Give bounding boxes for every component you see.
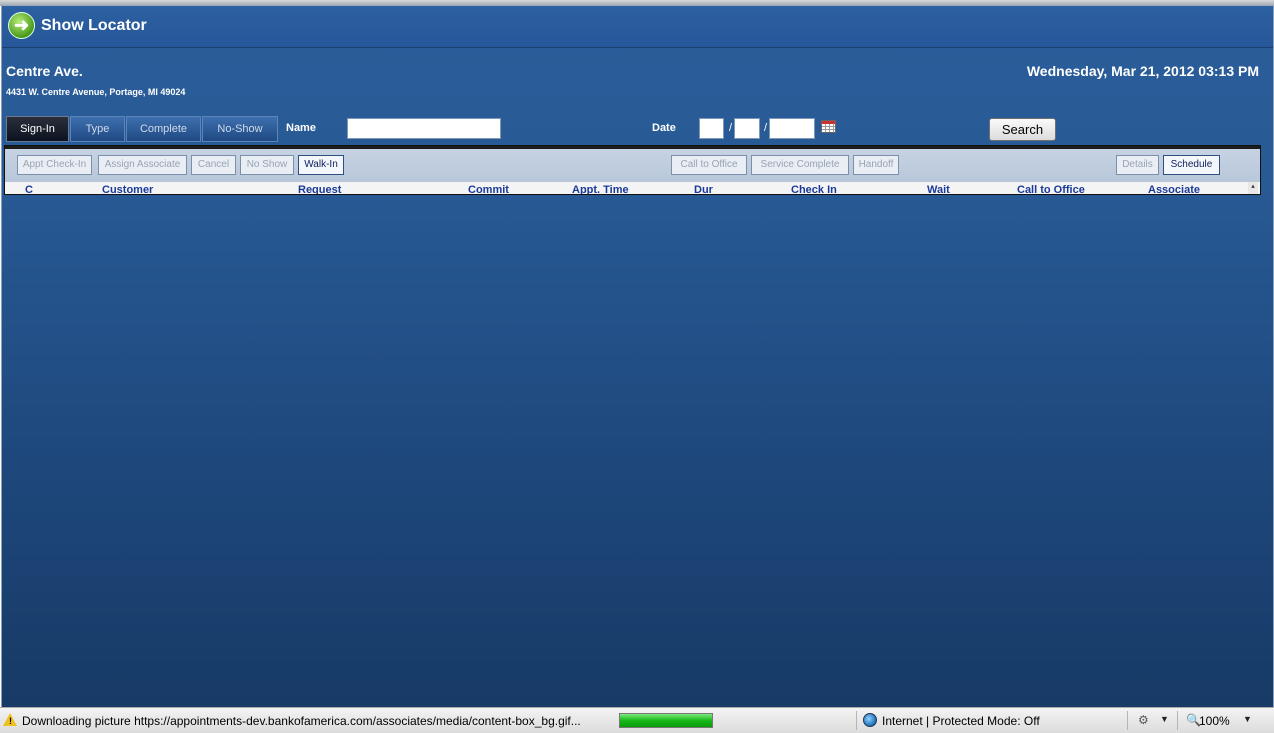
current-datetime: Wednesday, Mar 21, 2012 03:13 PM xyxy=(1026,63,1259,79)
column-header[interactable]: Associate xyxy=(1148,184,1200,194)
column-header[interactable]: Call to Office xyxy=(1017,184,1085,194)
service-complete-button[interactable]: Service Complete xyxy=(751,155,849,175)
security-settings-icon[interactable]: ⚙ xyxy=(1138,713,1149,727)
column-header[interactable]: Request xyxy=(298,184,341,194)
column-header[interactable]: Appt. Time xyxy=(572,184,629,194)
progress-bar xyxy=(619,713,713,728)
call-to-office-button[interactable]: Call to Office xyxy=(671,155,747,175)
column-header[interactable]: Dur xyxy=(694,184,713,194)
appt-check-in-button[interactable]: Appt Check-In xyxy=(17,155,92,175)
status-separator xyxy=(1127,711,1128,730)
date-separator: / xyxy=(764,122,768,134)
zone-text[interactable]: Internet | Protected Mode: Off xyxy=(882,714,1040,728)
globe-icon[interactable] xyxy=(863,713,877,727)
cancel-button[interactable]: Cancel xyxy=(191,155,236,175)
handoff-button[interactable]: Handoff xyxy=(853,155,899,175)
tab-no-show[interactable]: No-Show xyxy=(202,116,278,142)
browser-statusbar: ! Downloading picture https://appointmen… xyxy=(0,707,1274,733)
calendar-icon[interactable] xyxy=(821,120,836,133)
scrollbar[interactable]: ▴ xyxy=(1248,182,1258,194)
tab-complete[interactable]: Complete xyxy=(126,116,201,142)
assign-associate-button[interactable]: Assign Associate xyxy=(98,155,187,175)
warning-mark: ! xyxy=(9,716,12,726)
progress-fill xyxy=(620,714,712,727)
status-separator xyxy=(1177,711,1178,730)
app-titlebar: ➜ Show Locator xyxy=(2,6,1273,48)
date-year-input[interactable] xyxy=(769,118,815,139)
details-button[interactable]: Details xyxy=(1116,155,1159,175)
column-header[interactable]: C xyxy=(25,184,33,194)
store-address: 4431 W. Centre Avenue, Portage, MI 49024 xyxy=(6,87,186,97)
status-separator xyxy=(856,711,857,730)
name-label: Name xyxy=(286,122,316,134)
column-header[interactable]: Customer xyxy=(102,184,153,194)
zoom-level[interactable]: 100% xyxy=(1199,714,1230,728)
column-header[interactable]: Wait xyxy=(927,184,950,194)
date-separator: / xyxy=(729,122,733,134)
tab-sign-in[interactable]: Sign-In xyxy=(6,116,69,142)
chevron-down-icon[interactable]: ▼ xyxy=(1243,714,1252,724)
name-input[interactable] xyxy=(347,118,501,139)
walk-in-button[interactable]: Walk-In xyxy=(298,155,344,175)
arrow-right-circle-icon: ➜ xyxy=(8,12,35,39)
tab-type[interactable]: Type xyxy=(70,116,125,142)
app-title: Show Locator xyxy=(41,17,147,34)
date-day-input[interactable] xyxy=(734,118,760,139)
date-month-input[interactable] xyxy=(699,118,724,139)
app-window: ➜ Show Locator Centre Ave. 4431 W. Centr… xyxy=(1,6,1274,707)
no-show-button[interactable]: No Show xyxy=(240,155,294,175)
search-button[interactable]: Search xyxy=(989,118,1056,141)
column-header[interactable]: Check In xyxy=(791,184,837,194)
table-header-row: C Customer Request Commit Appt. Time Dur… xyxy=(5,182,1260,194)
date-label: Date xyxy=(652,122,676,134)
store-name: Centre Ave. xyxy=(6,63,83,79)
chevron-down-icon[interactable]: ▼ xyxy=(1160,714,1169,724)
schedule-button[interactable]: Schedule xyxy=(1163,155,1220,175)
column-header[interactable]: Commit xyxy=(468,184,509,194)
action-toolbar: Appt Check-In Assign Associate Cancel No… xyxy=(5,149,1260,182)
results-panel: Appt Check-In Assign Associate Cancel No… xyxy=(4,145,1261,195)
status-text: Downloading picture https://appointments… xyxy=(22,714,581,728)
